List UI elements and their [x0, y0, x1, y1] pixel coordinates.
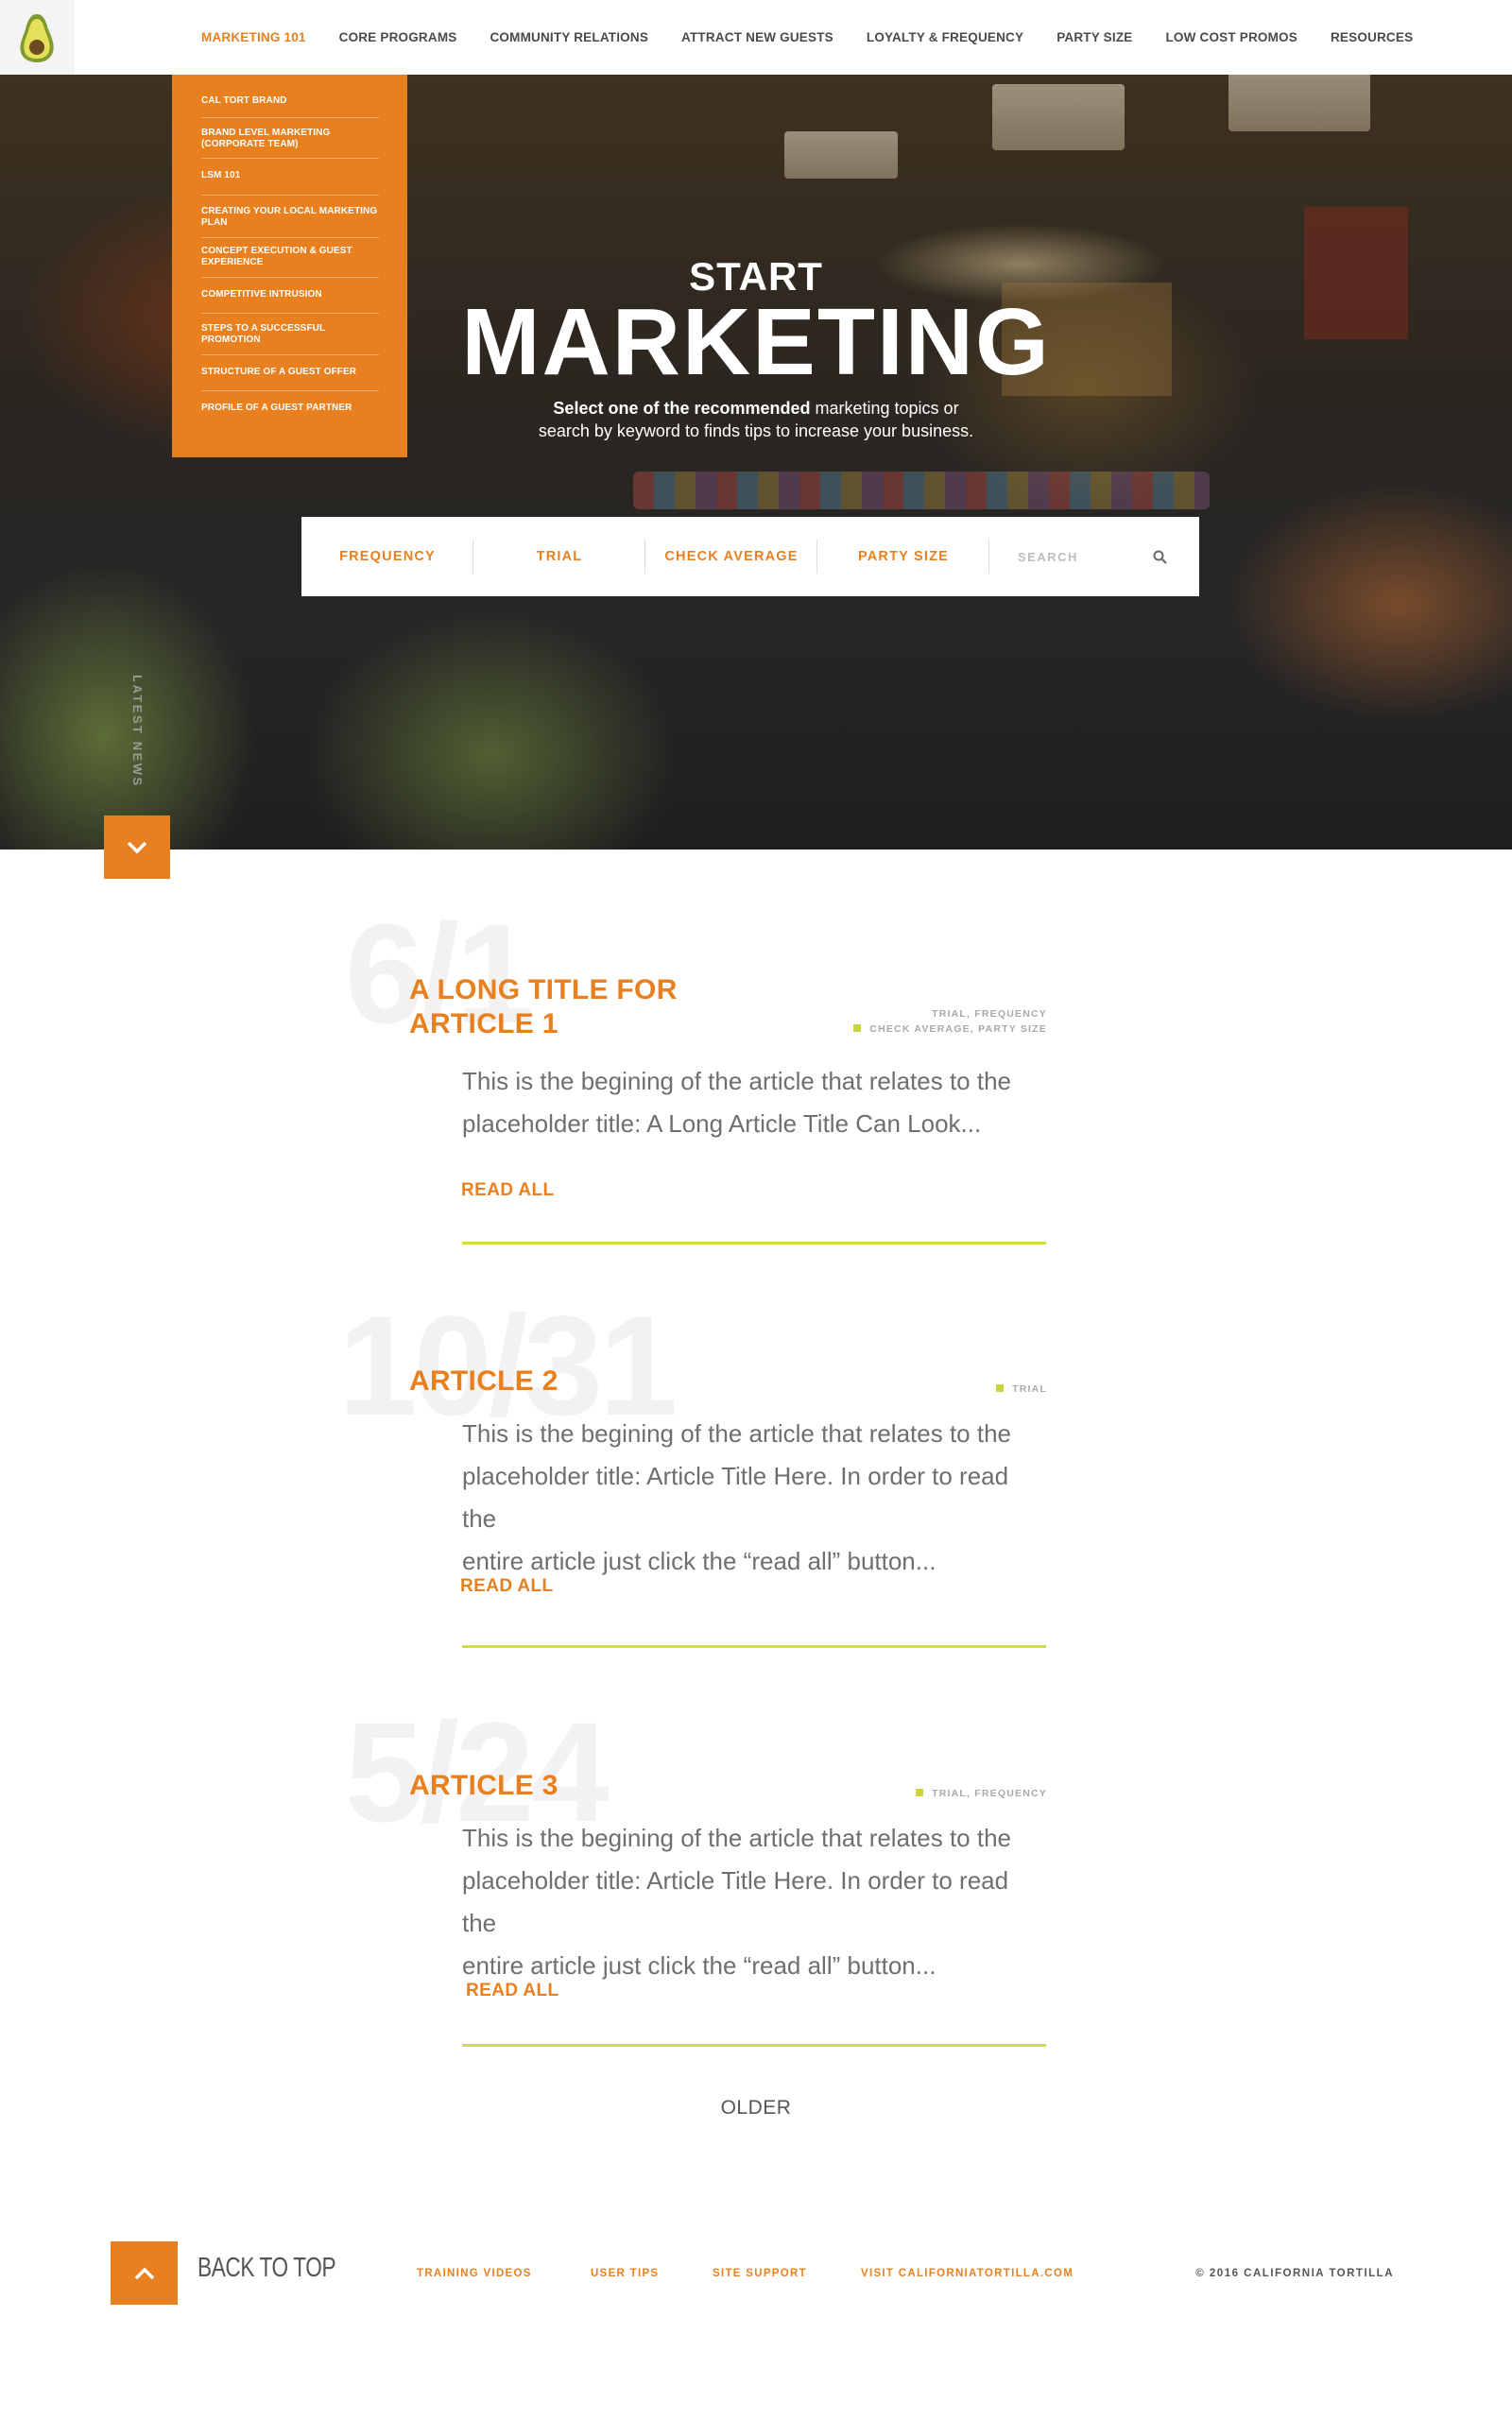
article-divider: [462, 1645, 1046, 1648]
article-excerpt-line: This is the begining of the article that…: [462, 1419, 1012, 1448]
home-logo[interactable]: [0, 0, 75, 75]
article-tags-line1: TRIAL: [1012, 1383, 1047, 1395]
dropdown-item-competitive-intrusion[interactable]: COMPETITIVE INTRUSION: [201, 278, 379, 314]
dropdown-item-cal-tort-brand[interactable]: CAL TORT BRAND: [201, 86, 379, 118]
read-all-link[interactable]: READ ALL: [460, 1576, 554, 1597]
hero-photo-lamp: [784, 131, 898, 179]
dropdown-item-guest-offer[interactable]: STRUCTURE OF A GUEST OFFER: [201, 355, 379, 391]
dropdown-item-brand-level-marketing[interactable]: BRAND LEVEL MARKETING (CORPORATE TEAM): [201, 118, 379, 159]
nav-low-cost-promos[interactable]: LOW COST PROMOS: [1165, 30, 1297, 44]
nav-community-relations[interactable]: COMMUNITY RELATIONS: [490, 30, 648, 44]
back-to-top-button[interactable]: [111, 2241, 178, 2305]
avocado-logo-icon: [20, 14, 54, 62]
article-title-line1: A LONG TITLE FOR: [409, 974, 678, 1005]
dropdown-item-guest-partner[interactable]: PROFILE OF A GUEST PARTNER: [201, 391, 379, 423]
topic-filter-bar: FREQUENCY TRIAL CHECK AVERAGE PARTY SIZE…: [301, 517, 1199, 596]
top-navigation: MARKETING 101 CORE PROGRAMS COMMUNITY RE…: [0, 0, 1512, 75]
article-excerpt: This is the begining of the article that…: [462, 1060, 1039, 1145]
search-input[interactable]: SEARCH: [989, 517, 1199, 596]
article-title-line2: ARTICLE 1: [409, 1008, 558, 1039]
search-placeholder: SEARCH: [1018, 549, 1078, 564]
nav-resources[interactable]: RESOURCES: [1331, 30, 1413, 44]
dropdown-item-successful-promotion[interactable]: STEPS TO A SUCCESSFUL PROMOTION: [201, 314, 379, 355]
hero-subtitle-rest: marketing topics or: [810, 399, 959, 418]
article-title[interactable]: ARTICLE 2: [409, 1364, 558, 1399]
footer-link-training-videos[interactable]: TRAINING VIDEOS: [417, 2268, 532, 2279]
article-tags-line1: TRIAL, FREQUENCY: [932, 1788, 1047, 1799]
article-divider: [462, 2044, 1046, 2047]
older-posts-link[interactable]: OLDER: [0, 2097, 1512, 2120]
latest-news-text: LATEST NEWS: [130, 675, 145, 788]
filter-check-average-button[interactable]: CHECK AVERAGE: [645, 517, 817, 596]
tag-bullet-icon: [916, 1789, 924, 1796]
tag-bullet-icon: [996, 1384, 1005, 1392]
article-tags-line2: CHECK AVERAGE, PARTY SIZE: [869, 1023, 1047, 1035]
nav-core-programs[interactable]: CORE PROGRAMS: [339, 30, 457, 44]
article-tags: TRIAL, FREQUENCY: [916, 1786, 1047, 1801]
chevron-up-icon: [134, 2267, 154, 2279]
article-excerpt: This is the begining of the article that…: [462, 1817, 1039, 1987]
dropdown-item-local-marketing-plan[interactable]: CREATING YOUR LOCAL MARKETING PLAN: [201, 196, 379, 238]
nav-loyalty-frequency[interactable]: LOYALTY & FREQUENCY: [867, 30, 1023, 44]
latest-news-label: LATEST NEWS: [129, 675, 148, 788]
article-tags-line1: TRIAL, FREQUENCY: [932, 1008, 1047, 1020]
nav-attract-new-guests[interactable]: ATTRACT NEW GUESTS: [681, 30, 833, 44]
hero-photo-dots: [633, 472, 1210, 509]
hero-photo-lamp: [992, 84, 1125, 150]
article-excerpt-line: This is the begining of the article that…: [462, 1824, 1012, 1852]
hero-subtitle-bold: Select one of the recommended: [553, 399, 811, 418]
hero-photo-lamp: [1228, 75, 1370, 131]
article-tags: TRIAL: [996, 1382, 1047, 1397]
article-excerpt-line: placeholder title: Article Title Here. I…: [462, 1462, 1009, 1533]
copyright: © 2016 CALIFORNIA TORTILLA: [1195, 2268, 1394, 2279]
back-to-top-label[interactable]: BACK TO TOP: [198, 2253, 336, 2284]
read-all-link[interactable]: READ ALL: [461, 1180, 555, 1201]
article-excerpt-line: placeholder title: A Long Article Title …: [462, 1109, 982, 1138]
article-title[interactable]: A LONG TITLE FOR ARTICLE 1: [409, 973, 678, 1041]
tag-bullet-icon: [853, 1024, 862, 1032]
article-excerpt: This is the begining of the article that…: [462, 1413, 1039, 1583]
scroll-down-button[interactable]: [104, 815, 170, 879]
search-icon[interactable]: [1153, 550, 1167, 564]
main-menu: MARKETING 101 CORE PROGRAMS COMMUNITY RE…: [201, 0, 1446, 75]
dropdown-item-concept-execution[interactable]: CONCEPT EXECUTION & GUEST EXPERIENCE: [201, 238, 379, 278]
dropdown-item-lsm-101[interactable]: LSM 101: [201, 159, 379, 196]
marketing-101-dropdown: CAL TORT BRAND BRAND LEVEL MARKETING (CO…: [172, 75, 407, 457]
article-tags: TRIAL, FREQUENCY CHECK AVERAGE, PARTY SI…: [853, 1006, 1047, 1037]
article-excerpt-line: This is the begining of the article that…: [462, 1067, 1012, 1095]
filter-frequency-button[interactable]: FREQUENCY: [301, 517, 473, 596]
filter-trial-button[interactable]: TRIAL: [473, 517, 645, 596]
chevron-down-icon: [127, 841, 147, 853]
footer-link-california-tortilla[interactable]: VISIT CALIFORNIATORTILLA.COM: [861, 2268, 1074, 2279]
article-divider: [462, 1242, 1046, 1244]
nav-marketing-101[interactable]: MARKETING 101: [201, 30, 306, 44]
footer-link-user-tips[interactable]: USER TIPS: [591, 2268, 659, 2279]
article-title[interactable]: ARTICLE 3: [409, 1769, 558, 1803]
read-all-link[interactable]: READ ALL: [466, 1981, 559, 2001]
article-excerpt-line: placeholder title: Article Title Here. I…: [462, 1866, 1009, 1937]
footer-link-site-support[interactable]: SITE SUPPORT: [713, 2268, 807, 2279]
filter-party-size-button[interactable]: PARTY SIZE: [817, 517, 989, 596]
hero-subtitle-line2: search by keyword to finds tips to incre…: [538, 421, 974, 440]
nav-party-size[interactable]: PARTY SIZE: [1057, 30, 1132, 44]
